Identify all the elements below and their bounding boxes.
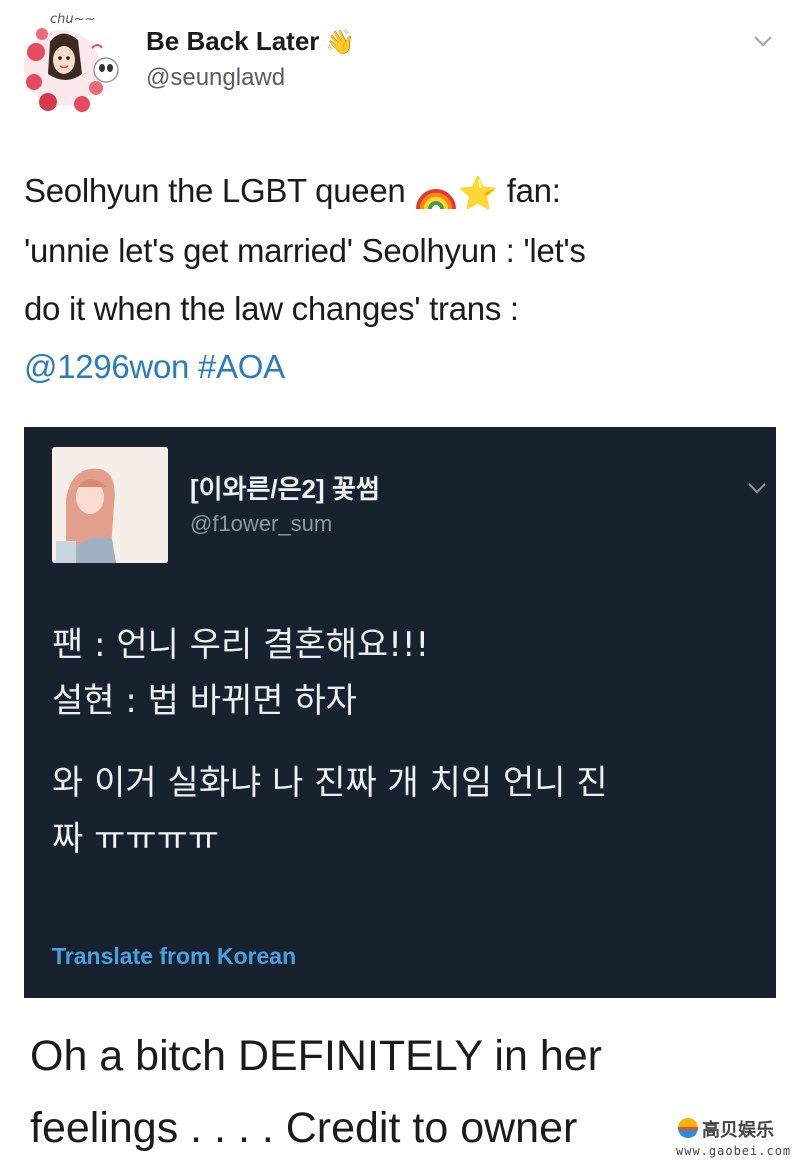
quoted-user-handle[interactable]: @f1ower_sum: [190, 511, 332, 537]
rainbow-emoji-icon: [416, 189, 457, 210]
quoted-tweet-card[interactable]: [이와른/은2] 꽃썸 @f1ower_sum 팬 : 언니 우리 결혼해요!!…: [24, 427, 776, 998]
tweet-line-1-text: Seolhyun the LGBT queen: [24, 172, 415, 209]
tweet-header: chu~~ Be Back Later 👋 @seunglawd: [0, 0, 800, 140]
watermark: 高贝娱乐 www.gaobei.com: [672, 1112, 790, 1162]
display-name[interactable]: Be Back Later 👋: [146, 26, 355, 57]
mention-link[interactable]: @1296won: [24, 348, 189, 385]
hashtag-link[interactable]: #AOA: [198, 348, 285, 385]
avatar[interactable]: chu~~: [22, 12, 130, 112]
star-emoji-icon: ⭐: [458, 175, 498, 212]
tweet-line-4: @1296won #AOA: [24, 338, 780, 396]
tweet-line-1: Seolhyun the LGBT queen ⭐ fan:: [24, 162, 780, 222]
quoted-line: 와 이거 실화냐 나 진짜 개 치임 언니 진: [52, 763, 608, 803]
avatar-scribble-text: chu~~: [50, 12, 96, 27]
watermark-logo-icon: [678, 1118, 698, 1138]
tweet-text: Seolhyun the LGBT queen ⭐ fan: 'unnie le…: [24, 162, 780, 396]
chevron-down-icon[interactable]: [746, 477, 768, 499]
quoted-avatar-illustration: [52, 447, 168, 563]
watermark-url: www.gaobei.com: [676, 1144, 792, 1158]
quoted-avatar[interactable]: [52, 447, 168, 563]
tweet-line-2: 'unnie let's get married' Seolhyun : 'le…: [24, 232, 586, 270]
quoted-line: 짜 ㅠㅠㅠㅠ: [52, 819, 220, 859]
watermark-brand: 高贝娱乐: [702, 1120, 774, 1141]
quoted-display-name[interactable]: [이와른/은2] 꽃썸: [190, 469, 380, 506]
quoted-tweet-text: 팬 : 언니 우리 결혼해요!!! 설현 : 법 바뀌면 하자 와 이거 실화냐…: [52, 617, 762, 867]
wave-emoji-icon: 👋: [325, 29, 356, 56]
tweet-line-3: do it when the law changes' trans :: [24, 290, 519, 328]
caption-line-1: Oh a bitch DEFINITELY in her: [30, 1032, 602, 1080]
chevron-down-icon[interactable]: [752, 30, 774, 52]
translate-link[interactable]: Translate from Korean: [52, 943, 296, 970]
display-name-text: Be Back Later: [146, 26, 320, 56]
avatar-illustration: [24, 28, 119, 112]
tweet-line-1-tail: fan:: [497, 172, 561, 209]
user-handle[interactable]: @seunglawd: [146, 64, 285, 92]
quoted-line: 팬 : 언니 우리 결혼해요!!!: [52, 625, 430, 665]
quoted-line: 설현 : 법 바뀌면 하자: [52, 681, 357, 721]
